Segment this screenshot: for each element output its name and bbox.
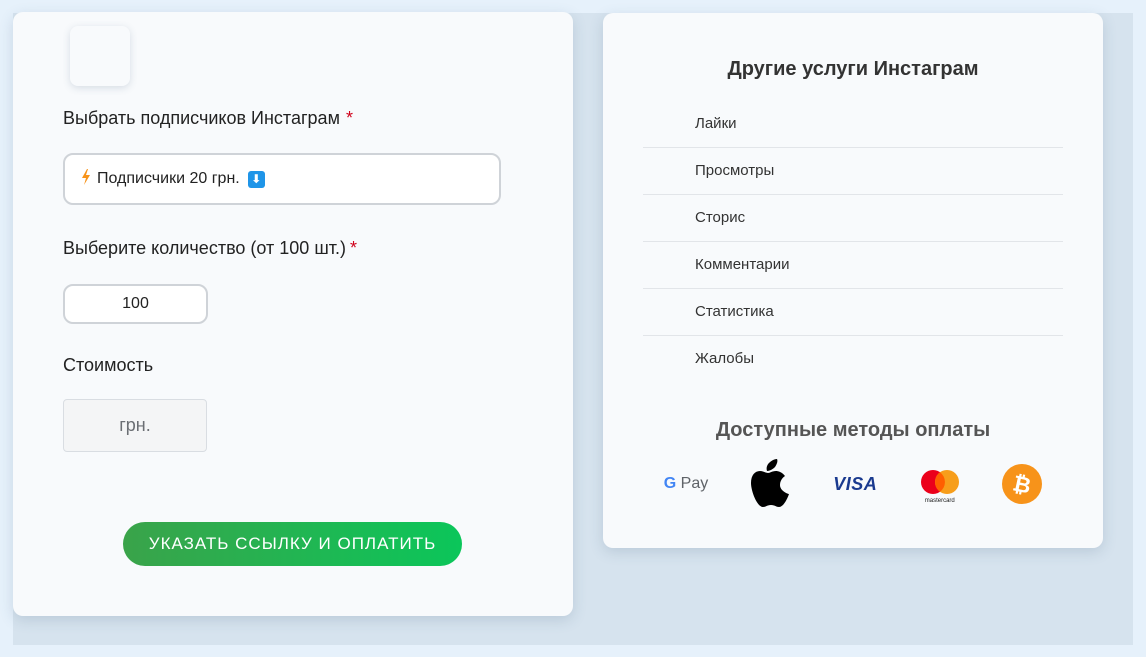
bolt-icon: [81, 168, 91, 190]
service-item-statistics[interactable]: Статистика: [643, 289, 1063, 336]
visa-logo: VISA: [833, 473, 878, 494]
followers-label-text: Выбрать подписчиков Инстаграм: [63, 108, 340, 128]
mastercard-logo: mastercard: [919, 468, 961, 504]
gpay-g: G: [663, 475, 677, 492]
other-services-card: Другие услуги Инстаграм Лайки Просмотры …: [603, 13, 1103, 548]
gpay-text: Pay: [680, 475, 709, 492]
required-mark: *: [345, 108, 353, 128]
down-arrow-icon: ⬇: [247, 170, 265, 188]
service-item-likes[interactable]: Лайки: [643, 101, 1063, 148]
apple-logo: [750, 459, 792, 509]
payment-methods: G Pay VISA mastercard ₿: [643, 458, 1063, 510]
quantity-label-text: Выберите количество (от 100 шт.): [63, 238, 347, 258]
followers-label: Выбрать подписчиков Инстаграм *: [63, 108, 353, 129]
quantity-label: Выберите количество (от 100 шт.) *: [63, 238, 357, 259]
submit-link-pay-button[interactable]: УКАЗАТЬ ССЫЛКУ И ОПЛАТИТЬ: [123, 522, 462, 566]
required-mark: *: [350, 238, 358, 258]
price-label: Стоимость: [63, 355, 154, 375]
service-item-comments[interactable]: Комментарии: [643, 242, 1063, 289]
quantity-input[interactable]: [63, 284, 208, 324]
service-item-complaints[interactable]: Жалобы: [643, 336, 1063, 383]
other-services-title: Другие услуги Инстаграм: [727, 58, 979, 80]
payment-methods-title: Доступные методы оплаты: [715, 419, 991, 441]
service-item-stories[interactable]: Сторис: [643, 195, 1063, 242]
order-form-card: Выбрать подписчиков Инстаграм * Подписчик…: [13, 12, 573, 616]
services-list: Лайки Просмотры Сторис Комментарии Стати…: [643, 101, 1063, 383]
followers-select[interactable]: Подписчики 20 грн. ⬇: [63, 153, 501, 205]
bitcoin-logo: ₿: [1002, 464, 1043, 504]
price-field: грн.: [63, 399, 207, 452]
gpay-logo: G Pay: [664, 475, 708, 493]
logo-placeholder: [70, 26, 130, 86]
selected-option-text: Подписчики 20 грн.: [97, 170, 240, 187]
service-item-views[interactable]: Просмотры: [643, 148, 1063, 195]
mastercard-label: mastercard: [924, 498, 955, 504]
